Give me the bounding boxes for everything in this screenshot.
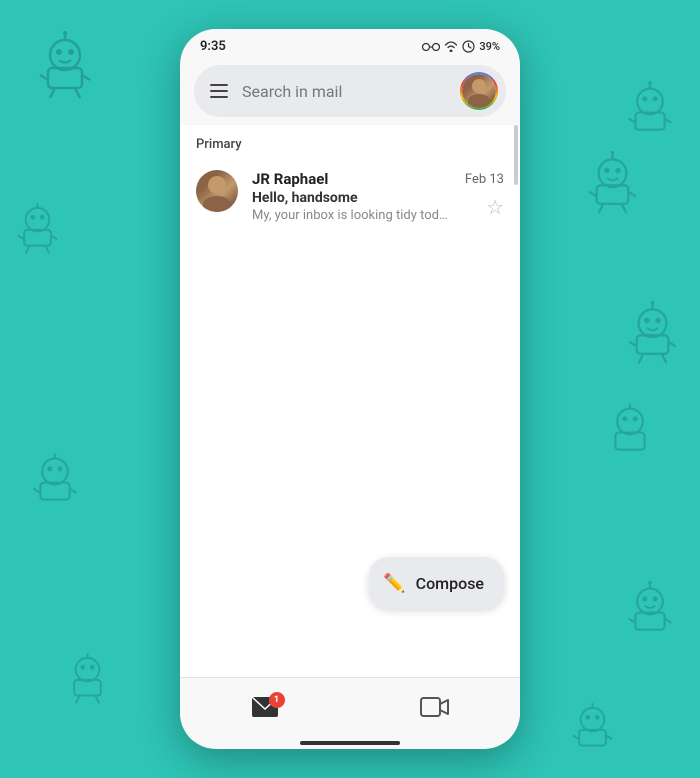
scrollbar-track — [514, 125, 518, 677]
glasses-icon — [422, 41, 440, 51]
mail-item[interactable]: JR Raphael Feb 13 Hello, handsome My, yo… — [180, 158, 520, 235]
compose-label: Compose — [416, 574, 484, 593]
wifi-icon — [444, 40, 458, 52]
search-placeholder: Search in mail — [242, 82, 460, 101]
clock-icon — [462, 40, 475, 53]
mail-body: JR Raphael Feb 13 Hello, handsome My, yo… — [252, 170, 504, 223]
user-avatar-button[interactable] — [460, 72, 498, 110]
mail-content-area: Primary JR Raphael Feb 13 Hello, handsom… — [180, 125, 520, 677]
nav-item-mail[interactable]: 1 — [251, 696, 279, 718]
star-button[interactable]: ☆ — [486, 195, 504, 219]
scrollbar-thumb[interactable] — [514, 125, 518, 185]
hamburger-menu-button[interactable] — [210, 84, 228, 98]
mail-date: Feb 13 — [465, 172, 504, 187]
search-bar[interactable]: Search in mail — [194, 65, 506, 117]
battery-level: 39% — [479, 40, 500, 53]
status-icons: 39% — [422, 40, 500, 53]
bottom-nav: 1 — [180, 677, 520, 741]
mail-header: JR Raphael Feb 13 — [252, 170, 504, 188]
avatar-image — [462, 74, 496, 108]
mail-badge: 1 — [269, 692, 285, 708]
home-indicator[interactable] — [300, 741, 400, 745]
mail-nav-icon: 1 — [251, 696, 279, 718]
mail-subject: Hello, handsome — [252, 190, 504, 206]
pencil-icon: ✏️ — [383, 573, 405, 594]
status-bar: 9:35 39% — [180, 29, 520, 57]
phone-frame: 9:35 39% — [180, 29, 520, 749]
status-time: 9:35 — [200, 39, 226, 54]
video-nav-icon — [420, 696, 450, 718]
mail-preview: My, your inbox is looking tidy today! — [252, 208, 452, 223]
section-label-primary: Primary — [180, 125, 520, 158]
mail-sender: JR Raphael — [252, 170, 328, 188]
nav-item-meet[interactable] — [420, 696, 450, 718]
sender-avatar — [196, 170, 238, 212]
compose-button[interactable]: ✏️ Compose — [369, 557, 504, 609]
